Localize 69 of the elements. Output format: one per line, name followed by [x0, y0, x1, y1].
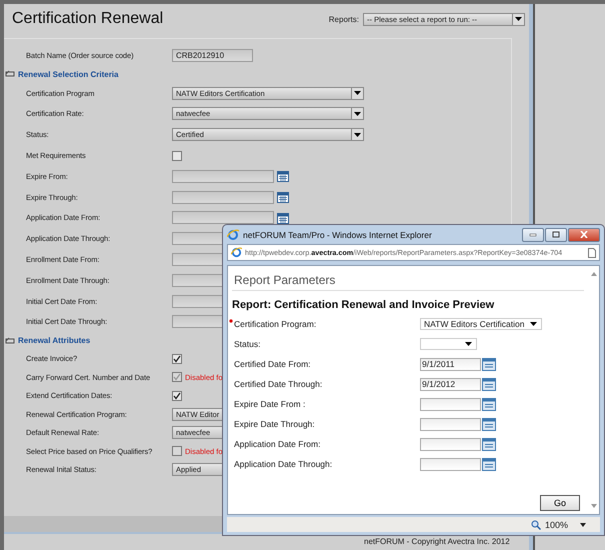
calendar-icon[interactable] [482, 457, 496, 471]
dropdown[interactable]: NATW Editors Certification [420, 318, 542, 330]
calendar-icon[interactable] [482, 357, 496, 371]
close-button[interactable] [568, 228, 600, 242]
field-label: Application Date Through: [233, 459, 334, 469]
date-field[interactable] [172, 232, 224, 246]
page-icon[interactable] [588, 248, 596, 258]
calendar-icon[interactable] [277, 191, 289, 204]
close-icon [580, 231, 588, 238]
dropdown[interactable] [420, 338, 477, 350]
calendar-icon[interactable] [482, 397, 496, 411]
zoom-icon[interactable] [530, 520, 541, 530]
date-field[interactable]: 9/1/2011 [420, 358, 481, 370]
reports-label: Reports: [328, 14, 359, 24]
scroll-up-icon[interactable] [591, 272, 597, 276]
collapse-icon[interactable] [5, 70, 15, 78]
browser-logo-icon [231, 247, 242, 258]
date-field[interactable] [172, 211, 274, 224]
field-label: Expire Date From : [233, 399, 306, 409]
calendar-icon[interactable] [482, 417, 496, 431]
calendar-icon[interactable] [277, 170, 289, 182]
caret-icon [354, 132, 361, 137]
go-button[interactable]: Go [540, 495, 580, 511]
field-label: Application Date From: [233, 439, 322, 449]
caret-icon [354, 91, 361, 96]
date-field[interactable] [172, 253, 224, 266]
date-field[interactable] [420, 438, 481, 450]
calendar-icon[interactable] [482, 437, 496, 451]
section-title: Renewal Attributes [18, 336, 90, 346]
maximize-icon [552, 231, 560, 238]
date-field[interactable] [420, 458, 481, 470]
page-heading: Report Parameters [232, 270, 584, 291]
date-field[interactable] [172, 170, 274, 183]
calendar-icon[interactable] [277, 212, 289, 224]
checkbox[interactable] [172, 150, 182, 161]
report-title: Report: Certification Renewal and Invoice Preview [232, 299, 496, 311]
caret-icon [530, 322, 537, 326]
field-label: Expire Date Through: [233, 419, 316, 429]
caret-icon [515, 17, 522, 21]
date-field[interactable] [172, 190, 274, 204]
window-title: netFORUM Team/Pro - Windows Internet Explorer [243, 230, 433, 240]
section-title: Renewal Selection Criteria [18, 70, 118, 79]
date-field[interactable] [420, 398, 481, 410]
zoom-level[interactable]: 100% [544, 520, 568, 530]
maximize-button[interactable] [545, 228, 567, 242]
field-label: Status: [233, 339, 262, 349]
field-label: Certification Program: [232, 319, 420, 329]
date-field[interactable] [172, 294, 224, 308]
caret-icon [354, 112, 361, 116]
calendar-icon[interactable] [482, 377, 496, 391]
field-label: Certified Date Through: [233, 379, 324, 389]
date-field[interactable] [172, 274, 224, 287]
caret-icon[interactable] [580, 522, 586, 526]
page-title: Certification Renewal [12, 10, 164, 28]
field-label: Certified Date From: [233, 359, 312, 369]
required-icon [229, 319, 233, 323]
minimize-icon [529, 232, 537, 236]
scroll-down-icon[interactable] [591, 504, 597, 508]
date-field[interactable] [172, 315, 224, 328]
browser-logo-icon [227, 228, 239, 240]
date-field[interactable] [420, 418, 481, 430]
collapse-icon[interactable] [5, 336, 15, 345]
checkbox[interactable] [172, 354, 182, 364]
batch-name-field[interactable]: CRB2012910 [172, 48, 253, 62]
checkbox[interactable] [172, 390, 182, 401]
date-field[interactable]: 9/1/2012 [420, 378, 481, 390]
caret-icon [465, 342, 472, 346]
copyright-footer: netFORUM - Copyright Avectra Inc. 2012 [364, 537, 510, 546]
minimize-button[interactable] [522, 228, 544, 242]
